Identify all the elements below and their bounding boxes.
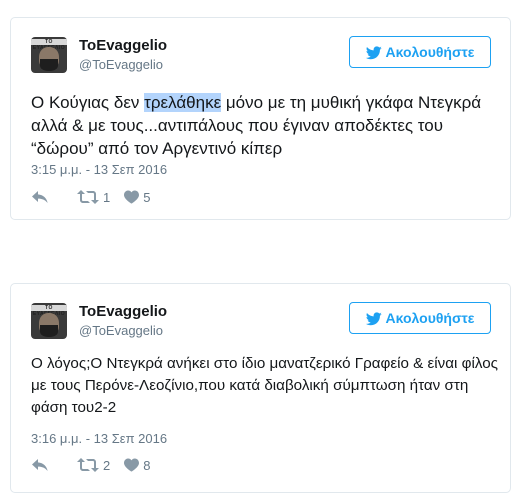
author-handle[interactable]: @ToEvaggelio — [79, 57, 163, 73]
avatar-beard — [40, 59, 58, 71]
timestamp-link[interactable]: 3:16 μ.μ. - 13 Σεπ 2016 — [31, 431, 167, 447]
follow-label: Ακολουθήστε — [385, 310, 475, 326]
follow-button[interactable]: Ακολουθήστε — [349, 302, 491, 334]
like-button[interactable]: 8 — [124, 458, 150, 473]
follow-button[interactable]: Ακολουθήστε — [349, 36, 491, 68]
retweet-icon — [77, 458, 99, 472]
avatar[interactable]: TO ΕΥΑΓΓΕΛΙΟ — [31, 37, 67, 73]
author-name[interactable]: ToEvaggelio — [79, 37, 167, 55]
retweet-count: 1 — [103, 189, 111, 205]
heart-icon — [124, 458, 140, 472]
action-bar: 2 8 — [31, 455, 150, 475]
heart-icon — [124, 190, 140, 204]
action-bar: 1 5 — [31, 187, 150, 207]
reply-icon — [32, 459, 48, 471]
tweet-card: TO ΕΥΑΓΓΕΛΙΟ ToEvaggelio @ToEvaggelio Ακ… — [10, 283, 511, 493]
tweet-text: Ο λόγος;Ο Ντεγκρά ανήκει στο ίδιο μανατζ… — [31, 355, 498, 416]
avatar-banner-text: TO ΕΥΑΓΓΕΛΙΟ — [31, 305, 67, 317]
avatar[interactable]: TO ΕΥΑΓΓΕΛΙΟ — [31, 303, 67, 339]
follow-label: Ακολουθήστε — [385, 44, 475, 60]
like-count: 8 — [143, 457, 151, 473]
author-name[interactable]: ToEvaggelio — [79, 303, 167, 321]
reply-icon — [32, 191, 48, 203]
reply-button[interactable] — [31, 458, 49, 472]
tweet-card: TO ΕΥΑΓΓΕΛΙΟ ToEvaggelio @ToEvaggelio Ακ… — [10, 17, 511, 220]
like-button[interactable]: 5 — [124, 190, 150, 205]
retweet-icon — [77, 190, 99, 204]
selected-word: τρελάθηκε — [144, 93, 222, 112]
bird-icon — [365, 46, 382, 60]
tweet-text-start: Ο Κούγιας δεν — [31, 93, 145, 112]
avatar-banner-text: TO ΕΥΑΓΓΕΛΙΟ — [31, 39, 67, 51]
bird-icon — [365, 312, 382, 326]
retweet-button[interactable]: 2 — [77, 458, 110, 473]
tweet-text: Ο Κούγιας δεν τρελάθηκε μόνο με τη μυθικ… — [31, 91, 501, 160]
retweet-count: 2 — [103, 457, 111, 473]
retweet-button[interactable]: 1 — [77, 190, 110, 205]
reply-button[interactable] — [31, 190, 49, 204]
like-count: 5 — [143, 189, 151, 205]
timestamp-link[interactable]: 3:15 μ.μ. - 13 Σεπ 2016 — [31, 162, 167, 178]
avatar-beard — [40, 325, 58, 337]
author-handle[interactable]: @ToEvaggelio — [79, 323, 163, 339]
